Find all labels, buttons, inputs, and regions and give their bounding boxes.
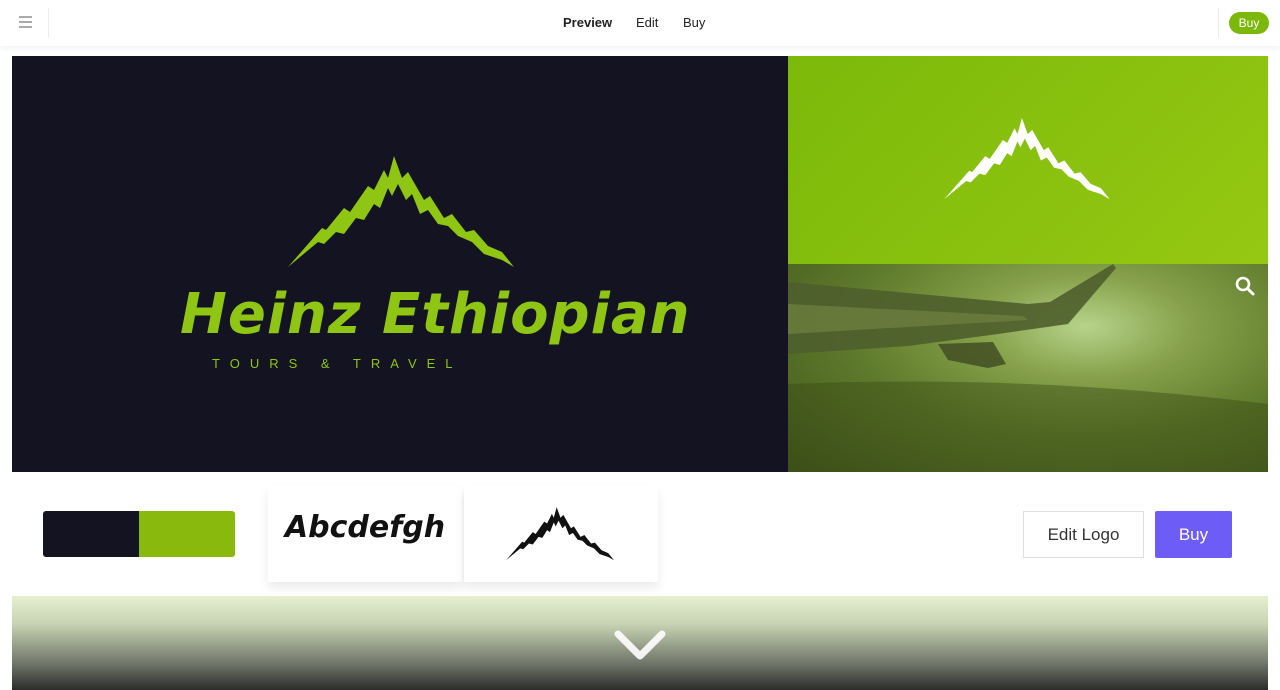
font-sample: Abcdefgh [284, 510, 446, 545]
header-buy-button[interactable]: Buy [1229, 12, 1269, 34]
color-swatch-green [139, 511, 235, 557]
logo-preview-green [788, 56, 1268, 264]
hamburger-menu-icon[interactable] [12, 13, 38, 33]
brand-name: Heinz Ethiopian [180, 282, 691, 347]
color-palette [43, 511, 235, 557]
mountain-icon [944, 118, 1110, 200]
chevron-down-icon[interactable] [614, 628, 666, 664]
tab-preview[interactable]: Preview [563, 15, 612, 30]
tab-buy[interactable]: Buy [683, 15, 705, 30]
color-swatch-dark [43, 511, 139, 557]
divider [1218, 8, 1219, 38]
font-preview-card: Abcdefgh [268, 486, 462, 582]
airplane-wing-photo [788, 264, 1268, 472]
mountain-icon [506, 507, 614, 561]
top-nav: Preview Edit Buy [0, 0, 1280, 46]
divider [48, 8, 49, 38]
airplane-wing-image [788, 264, 1268, 472]
mountain-icon [288, 156, 514, 267]
logo-preview-dark: ​ Heinz Ethiopian TOURS & TRAVEL [12, 56, 788, 472]
buy-button[interactable]: Buy [1155, 511, 1232, 558]
brand-tagline: TOURS & TRAVEL [212, 356, 463, 371]
search-icon[interactable] [1234, 275, 1256, 297]
icon-preview-card [464, 486, 658, 582]
edit-logo-button[interactable]: Edit Logo [1023, 511, 1144, 558]
tab-edit[interactable]: Edit [636, 15, 658, 30]
top-bar: Preview Edit Buy Buy [0, 0, 1280, 46]
